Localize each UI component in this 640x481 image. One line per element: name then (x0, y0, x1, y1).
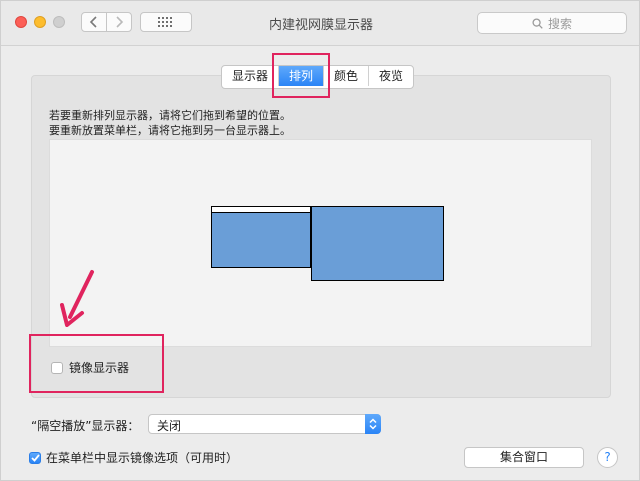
show-all-button[interactable] (140, 12, 192, 32)
display-builtin[interactable] (211, 206, 311, 268)
mirror-displays-option[interactable]: 镜像显示器 (51, 359, 129, 376)
grid-icon (158, 17, 172, 27)
instruction-line-1: 若要重新排列显示器，请将它们拖到希望的位置。 (49, 109, 291, 122)
search-icon (532, 17, 543, 29)
tab-highlight-box (272, 53, 330, 98)
title-bar: 内建视网膜显示器 搜索 (1, 1, 639, 46)
tab-display[interactable]: 显示器 (222, 66, 280, 86)
gather-windows-button[interactable]: 集合窗口 (464, 447, 584, 468)
display-external[interactable] (311, 206, 444, 281)
airplay-display-label: “隔空播放”显示器： (31, 419, 140, 433)
checkmark-icon (30, 453, 40, 462)
chevron-right-icon (116, 16, 124, 28)
updown-arrows-icon (365, 414, 381, 434)
chevron-left-icon (89, 16, 97, 28)
search-field[interactable]: 搜索 (477, 12, 627, 34)
help-button[interactable]: ? (597, 447, 618, 468)
search-placeholder: 搜索 (547, 16, 572, 31)
back-button[interactable] (81, 12, 107, 32)
show-mirroring-label: 在菜单栏中显示镜像选项（可用时） (46, 451, 239, 465)
menu-bar-indicator[interactable] (212, 207, 310, 213)
system-preferences-window: 内建视网膜显示器 搜索 显示器 排列 颜色 夜览 若要重新排列显示器，请将它们拖… (0, 0, 640, 481)
forward-button[interactable] (106, 12, 132, 32)
airplay-display-value: 关闭 (157, 419, 182, 433)
airplay-display-select[interactable]: 关闭 (148, 414, 381, 434)
window-title: 内建视网膜显示器 (268, 18, 373, 33)
instruction-line-2: 要重新放置菜单栏，请将它拖到另一台显示器上。 (49, 124, 291, 137)
arrow-annotation-icon (60, 270, 94, 327)
mirror-displays-label: 镜像显示器 (69, 361, 130, 375)
tab-color[interactable]: 颜色 (324, 66, 370, 86)
minimize-button[interactable] (34, 16, 46, 28)
zoom-button[interactable] (53, 16, 65, 28)
tab-night-shift[interactable]: 夜览 (369, 66, 413, 86)
close-button[interactable] (15, 16, 27, 28)
mirror-displays-checkbox[interactable] (51, 361, 63, 374)
show-mirroring-option[interactable]: 在菜单栏中显示镜像选项（可用时） (29, 449, 238, 466)
show-mirroring-checkbox[interactable] (29, 451, 41, 464)
